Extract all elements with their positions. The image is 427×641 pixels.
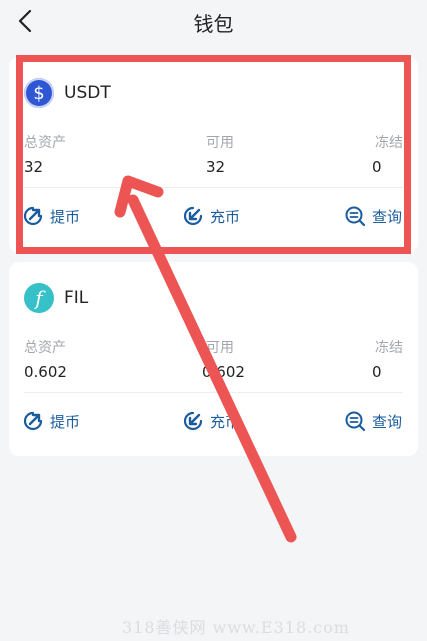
withdraw-label: 提币	[50, 207, 81, 226]
frozen-label: 冻结	[375, 340, 403, 356]
coin-name: FIL	[64, 288, 89, 308]
deposit-button[interactable]: 充币	[182, 410, 240, 432]
usdt-dollar-icon: $	[24, 78, 54, 108]
query-button[interactable]: 查询	[344, 205, 402, 227]
total-assets-label: 总资产	[24, 340, 66, 356]
available-label: 可用	[206, 135, 234, 151]
page-title: 钱包	[193, 12, 234, 36]
withdraw-button[interactable]: 提币	[22, 205, 80, 227]
divider	[24, 187, 403, 188]
divider	[24, 392, 403, 393]
available-value: 0.602	[202, 363, 245, 381]
deposit-icon	[183, 206, 203, 226]
query-search-icon	[345, 206, 366, 227]
top-bar: 钱包	[0, 0, 427, 44]
wallet-card-fil: f FIL 总资产 可用 冻结 0.602 0.602 0 提币 充币 查询	[9, 262, 418, 456]
query-label: 查询	[372, 207, 403, 226]
frozen-value: 0	[372, 363, 382, 381]
frozen-value: 0	[372, 158, 382, 176]
total-assets-value: 32	[24, 158, 44, 176]
query-search-icon	[345, 411, 366, 432]
available-label: 可用	[206, 340, 234, 356]
withdraw-icon	[23, 411, 43, 431]
watermark: 318善侠网 www.E318.com	[122, 618, 350, 637]
withdraw-button[interactable]: 提币	[22, 410, 80, 432]
withdraw-icon	[23, 206, 43, 226]
total-assets-label: 总资产	[24, 135, 66, 151]
fil-icon: f	[24, 283, 54, 313]
wallet-card-usdt: $ USDT 总资产 可用 冻结 32 32 0 提币 充币 查询	[9, 57, 418, 253]
available-value: 32	[206, 158, 226, 176]
coin-name: USDT	[64, 83, 111, 103]
withdraw-label: 提币	[50, 412, 81, 431]
deposit-label: 充币	[210, 412, 241, 431]
query-button[interactable]: 查询	[344, 410, 402, 432]
query-label: 查询	[372, 412, 403, 431]
deposit-icon	[183, 411, 203, 431]
total-assets-value: 0.602	[24, 363, 67, 381]
deposit-label: 充币	[210, 207, 241, 226]
frozen-label: 冻结	[375, 135, 403, 151]
deposit-button[interactable]: 充币	[182, 205, 240, 227]
